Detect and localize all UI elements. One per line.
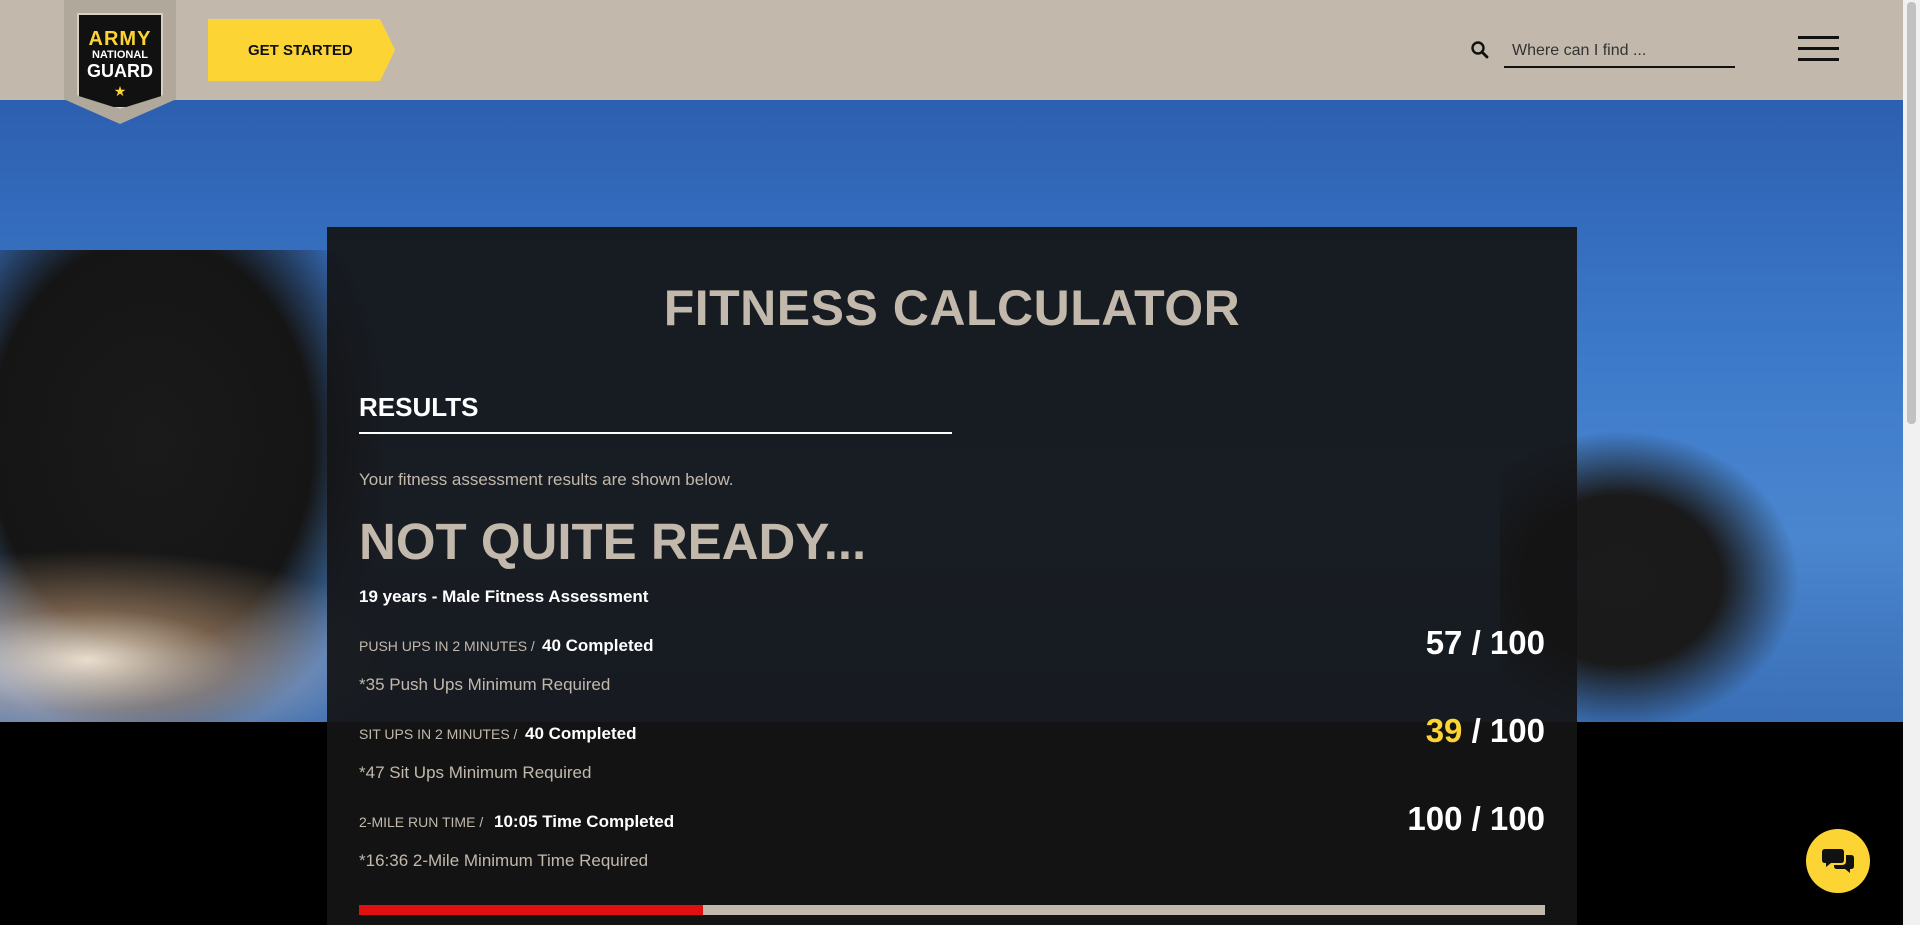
situps-label: SIT UPS IN 2 MINUTES / (359, 726, 518, 742)
pushups-score: 57 / 100 (1426, 624, 1545, 662)
army-national-guard-logo[interactable]: ARMY NATIONAL GUARD ★ (64, 0, 176, 124)
pushups-label: PUSH UPS IN 2 MINUTES / (359, 638, 535, 654)
logo-text-army: ARMY (88, 28, 152, 50)
results-heading: RESULTS (359, 392, 479, 422)
get-started-button[interactable]: GET STARTED (208, 19, 395, 81)
run-label: 2-MILE RUN TIME / (359, 814, 484, 830)
score-progress-bar (359, 905, 1545, 915)
menu-bar (1798, 36, 1839, 39)
run-value: 10:05 Time Completed (494, 812, 675, 831)
menu-icon[interactable] (1798, 36, 1839, 62)
page-title: FITNESS CALCULATOR (663, 280, 1241, 336)
run-minimum: *16:36 2-Mile Minimum Time Required (359, 851, 649, 870)
menu-bar (1798, 58, 1839, 61)
pushups-score-total: / 100 (1462, 624, 1545, 661)
search-input[interactable] (1504, 36, 1735, 68)
menu-bar (1798, 47, 1839, 50)
results-intro: Your fitness assessment results are show… (359, 470, 734, 489)
readiness-status: NOT QUITE READY... (359, 513, 867, 570)
results-divider (359, 432, 952, 434)
pushups-value: 40 Completed (542, 636, 654, 655)
logo-shield: ARMY NATIONAL GUARD ★ (77, 13, 163, 109)
scrollbar-thumb[interactable] (1907, 2, 1916, 424)
pushups-minimum: *35 Push Ups Minimum Required (359, 675, 611, 694)
star-icon: ★ (113, 83, 127, 99)
score-progress-fill (359, 905, 703, 915)
chat-button[interactable] (1806, 829, 1870, 893)
fitness-calculator-panel: FITNESS CALCULATOR RESULTS Your fitness … (327, 227, 1577, 925)
run-score-value: 100 (1407, 800, 1463, 837)
situps-score-value: 39 (1425, 712, 1463, 749)
chat-icon (1822, 849, 1854, 873)
run-score-total: / 100 (1462, 800, 1545, 837)
logo-text-guard: GUARD (87, 61, 153, 81)
site-header: ARMY NATIONAL GUARD ★ GET STARTED (0, 0, 1903, 124)
situps-value: 40 Completed (525, 724, 637, 743)
run-score: 100 / 100 (1407, 800, 1545, 838)
pushups-score-value: 57 (1425, 624, 1463, 661)
assessment-type: 19 years - Male Fitness Assessment (359, 587, 649, 606)
situps-score: 39 / 100 (1426, 712, 1545, 750)
situps-minimum: *47 Sit Ups Minimum Required (359, 763, 592, 782)
situps-score-total: / 100 (1462, 712, 1545, 749)
search-icon[interactable] (1470, 40, 1490, 60)
